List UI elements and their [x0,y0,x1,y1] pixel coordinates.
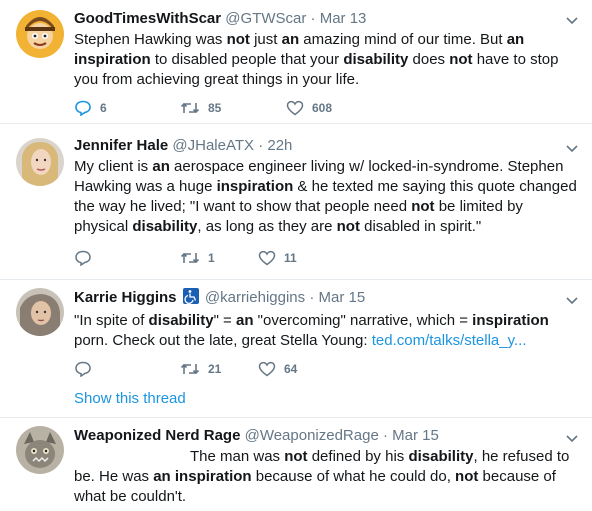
avatar[interactable] [16,426,64,474]
timestamp[interactable]: Mar 15 [392,427,439,444]
retweet-button[interactable]: 85 [180,101,260,115]
tweet-header: GoodTimesWithScar @GTWScar · Mar 13 [74,9,578,29]
tweet-header: Weaponized Nerd Rage @WeaponizedRage · M… [74,426,578,446]
separator-dot: · [258,137,264,154]
retweet-count: 1 [208,251,215,265]
display-name[interactable]: Weaponized Nerd Rage [74,427,240,444]
timestamp[interactable]: Mar 15 [319,289,366,306]
show-thread-link[interactable]: Show this thread [74,390,186,407]
chevron-down-icon[interactable] [566,140,578,158]
like-button[interactable]: 11 [258,250,338,266]
timestamp[interactable]: 22h [267,137,292,154]
reply-icon [75,250,91,266]
retweet-count: 21 [208,362,222,376]
reply-icon [75,361,91,377]
heart-icon [286,100,304,116]
retweet-button[interactable]: 1 [180,251,260,265]
display-name[interactable]: Jennifer Hale [74,137,168,154]
tweet-actions: 1 11 [74,248,338,268]
tweet[interactable]: GoodTimesWithScar @GTWScar · Mar 13 Step… [0,0,592,124]
retweet-count: 85 [208,101,222,115]
separator-dot: · [382,427,388,444]
tweet-text: The man was not defined by his disabilit… [74,448,570,505]
avatar[interactable] [16,288,64,336]
user-handle[interactable]: @GTWScar [225,10,306,27]
heart-icon [258,250,276,266]
tweet-text: "In spite of disability" = an "overcomin… [74,312,549,349]
chevron-down-icon[interactable] [566,12,578,30]
reply-button[interactable]: 6 [74,100,154,116]
retweet-button[interactable]: 21 [180,362,260,376]
avatar[interactable] [16,10,64,58]
user-handle[interactable]: @karriehiggins [205,289,305,306]
tweet-actions: 6 85 608 [74,98,366,118]
like-count: 608 [312,101,333,115]
avatar[interactable] [16,138,64,186]
reply-count: 6 [100,101,107,115]
timestamp[interactable]: Mar 13 [320,10,367,27]
separator-dot: · [310,10,316,27]
like-button[interactable]: 608 [286,100,366,116]
tweet-text: My client is an aerospace engineer livin… [74,158,577,235]
like-count: 64 [284,362,298,376]
tweet[interactable]: Weaponized Nerd Rage @WeaponizedRage · M… [0,418,592,511]
display-name[interactable]: GoodTimesWithScar [74,10,221,27]
tweet-actions: 21 64 [74,359,338,379]
retweet-icon [180,252,200,264]
tweet[interactable]: Jennifer Hale @JHaleATX · 22h My client … [0,124,592,280]
reply-button[interactable] [74,250,154,266]
display-name[interactable]: Karrie Higgins [74,289,177,306]
user-handle[interactable]: @JHaleATX [172,137,254,154]
user-handle[interactable]: @WeaponizedRage [245,427,379,444]
heart-icon [258,361,276,377]
separator-dot: · [309,289,315,306]
tweet-text: Stephen Hawking was not just an amazing … [74,31,559,88]
tweet-header: Karrie Higgins @karriehiggins · Mar 15 [74,288,578,310]
like-count: 11 [284,251,297,265]
chevron-down-icon[interactable] [566,430,578,448]
tweet[interactable]: Karrie Higgins @karriehiggins · Mar 15 "… [0,280,592,418]
retweet-icon [180,102,200,114]
wheelchair-icon [182,288,199,310]
reply-icon [75,100,91,116]
like-button[interactable]: 64 [258,361,338,377]
retweet-icon [180,363,200,375]
tweet-header: Jennifer Hale @JHaleATX · 22h [74,136,578,156]
reply-button[interactable] [74,361,154,377]
chevron-down-icon[interactable] [566,292,578,310]
